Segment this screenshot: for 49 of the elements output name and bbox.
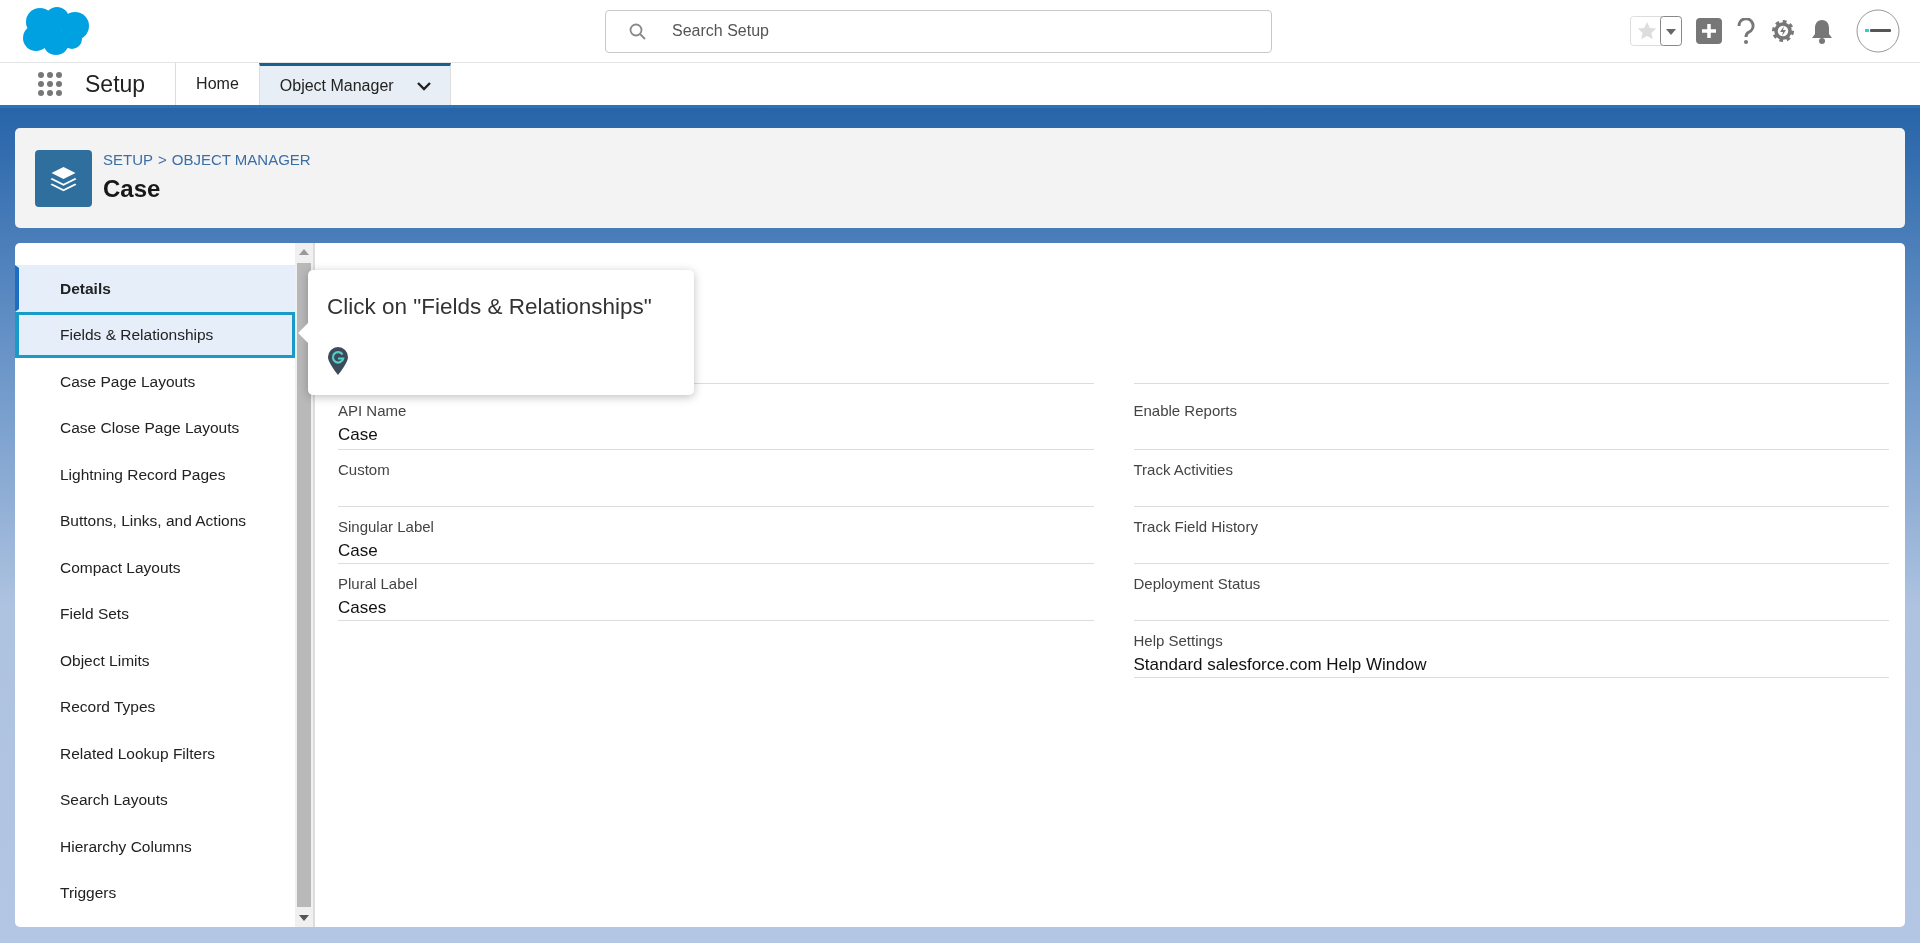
breadcrumb-link[interactable]: SETUP	[103, 148, 153, 172]
app-launcher-icon[interactable]	[37, 71, 63, 97]
scroll-down-icon[interactable]	[299, 915, 309, 921]
field-label: Plural Label	[338, 576, 419, 591]
sidebar-item[interactable]: Triggers	[15, 869, 295, 916]
field-label: Track Field History	[1133, 519, 1259, 534]
breadcrumb-link[interactable]: OBJECT MANAGER	[171, 148, 311, 172]
sidebar-item[interactable]: Case Page Layouts	[15, 358, 295, 405]
object-title: Case	[103, 174, 162, 205]
field-value: Cases	[338, 599, 388, 618]
sidebar-item[interactable]: Record Types	[15, 683, 295, 730]
field-label: Track Activities	[1133, 462, 1234, 477]
search-icon	[629, 22, 646, 40]
sidebar-item[interactable]: Buttons, Links, and Actions	[15, 497, 295, 544]
sidebar-item[interactable]: Lightning Record Pages	[15, 451, 295, 498]
scrollbar[interactable]	[295, 243, 313, 927]
field-label: Enable Reports	[1133, 403, 1238, 418]
sidebar-item[interactable]: Object Limits	[15, 637, 295, 684]
nav-tab[interactable]: Object Manager	[258, 63, 451, 105]
help-icon[interactable]	[1736, 17, 1756, 45]
sidebar-item[interactable]: Case Close Page Layouts	[15, 404, 295, 451]
tooltip-text: Click on "Fields & Relationships"	[327, 293, 653, 321]
field-value: Case	[338, 542, 379, 561]
field-value: Standard salesforce.com Help Window	[1133, 656, 1428, 675]
favorites-button[interactable]	[1630, 16, 1682, 46]
field-label: API Name	[338, 403, 408, 418]
sidebar-item[interactable]: Search Layouts	[15, 776, 295, 823]
sidebar-item[interactable]: Fields & Relationships	[15, 311, 295, 358]
layers-icon	[35, 149, 92, 207]
sidebar-item[interactable]: Hierarchy Columns	[15, 823, 295, 870]
sidebar-item[interactable]: Compact Layouts	[15, 544, 295, 591]
search-field[interactable]: Search Setup	[605, 9, 1272, 53]
breadcrumb-separator: >	[158, 149, 167, 170]
field-value: Case	[338, 426, 379, 445]
field-label: Help Settings	[1133, 633, 1224, 648]
app-name: Setup	[85, 69, 146, 99]
field-label: Custom	[338, 462, 391, 477]
sidebar-item[interactable]: Field Sets	[15, 590, 295, 637]
sidebar-item[interactable]: Related Lookup Filters	[15, 730, 295, 777]
sidebar-item[interactable]: Details	[15, 265, 295, 312]
field-label: Singular Label	[338, 519, 435, 534]
chevron-down-icon[interactable]	[415, 80, 432, 91]
field-label: Deployment Status	[1133, 576, 1262, 591]
notifications-icon[interactable]	[1810, 18, 1834, 44]
map-pin-icon	[327, 345, 349, 376]
settings-icon[interactable]	[1770, 18, 1796, 44]
avatar[interactable]	[1856, 9, 1900, 53]
add-icon[interactable]	[1696, 18, 1722, 44]
scroll-up-icon[interactable]	[299, 249, 309, 255]
